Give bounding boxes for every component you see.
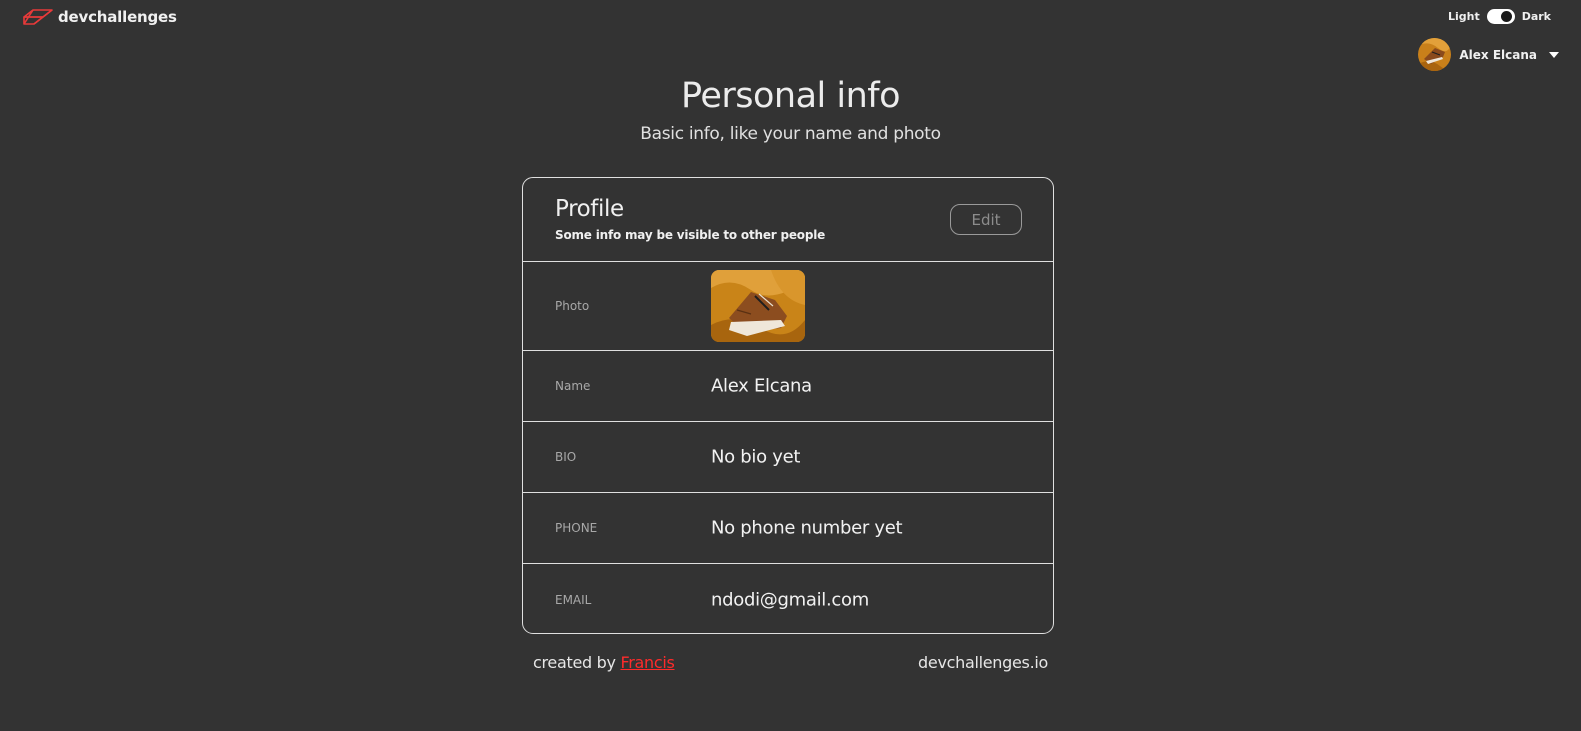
avatar	[1418, 38, 1452, 71]
profile-card-header: Profile Some info may be visible to othe…	[523, 178, 1053, 262]
page-subtitle: Basic info, like your name and photo	[640, 124, 941, 144]
bio-label: BIO	[555, 450, 577, 464]
profile-row-photo: Photo	[523, 262, 1053, 351]
chevron-down-icon	[1549, 51, 1559, 58]
email-value: ndodi@gmail.com	[711, 589, 869, 610]
name-value: Alex Elcana	[711, 375, 812, 397]
devchallenges-logo-icon	[23, 9, 53, 25]
footer-created-by: created by	[533, 653, 616, 672]
profile-photo[interactable]	[711, 270, 805, 342]
profile-photo-image	[711, 270, 805, 342]
phone-label: PHONE	[555, 521, 598, 535]
edit-button[interactable]: Edit	[950, 204, 1022, 235]
profile-row-bio: BIO No bio yet	[523, 422, 1053, 493]
footer-author-link[interactable]: Francis	[620, 653, 674, 672]
page-title: Personal info	[680, 76, 901, 116]
theme-switch-knob	[1500, 11, 1512, 22]
bio-value: No bio yet	[711, 446, 801, 468]
theme-toggle: Light Dark	[1448, 9, 1551, 24]
user-name: Alex Elcana	[1459, 47, 1537, 62]
brand-logo[interactable]: devchallenges	[22, 6, 177, 28]
footer-site: devchallenges.io	[918, 653, 1048, 672]
theme-dark-label: Dark	[1521, 10, 1551, 23]
theme-light-label: Light	[1447, 10, 1480, 23]
profile-card: Profile Some info may be visible to othe…	[522, 177, 1054, 634]
app-root: devchallenges Light Dark Alex Elcana Per…	[0, 0, 1581, 731]
user-menu[interactable]: Alex Elcana	[1418, 38, 1559, 71]
profile-row-name: Name Alex Elcana	[523, 351, 1053, 422]
avatar-image	[1418, 38, 1452, 71]
footer-credit: created by Francis	[533, 653, 675, 672]
profile-row-email: EMAIL ndodi@gmail.com	[523, 564, 1053, 633]
profile-row-phone: PHONE No phone number yet	[523, 493, 1053, 564]
email-label: EMAIL	[555, 592, 592, 607]
brand-name: devchallenges	[58, 8, 177, 26]
photo-label: Photo	[555, 299, 590, 313]
theme-switch[interactable]	[1486, 9, 1515, 24]
profile-description: Some info may be visible to other people	[555, 228, 826, 242]
profile-title: Profile	[555, 196, 624, 222]
name-label: Name	[555, 379, 591, 393]
phone-value: No phone number yet	[711, 517, 903, 539]
